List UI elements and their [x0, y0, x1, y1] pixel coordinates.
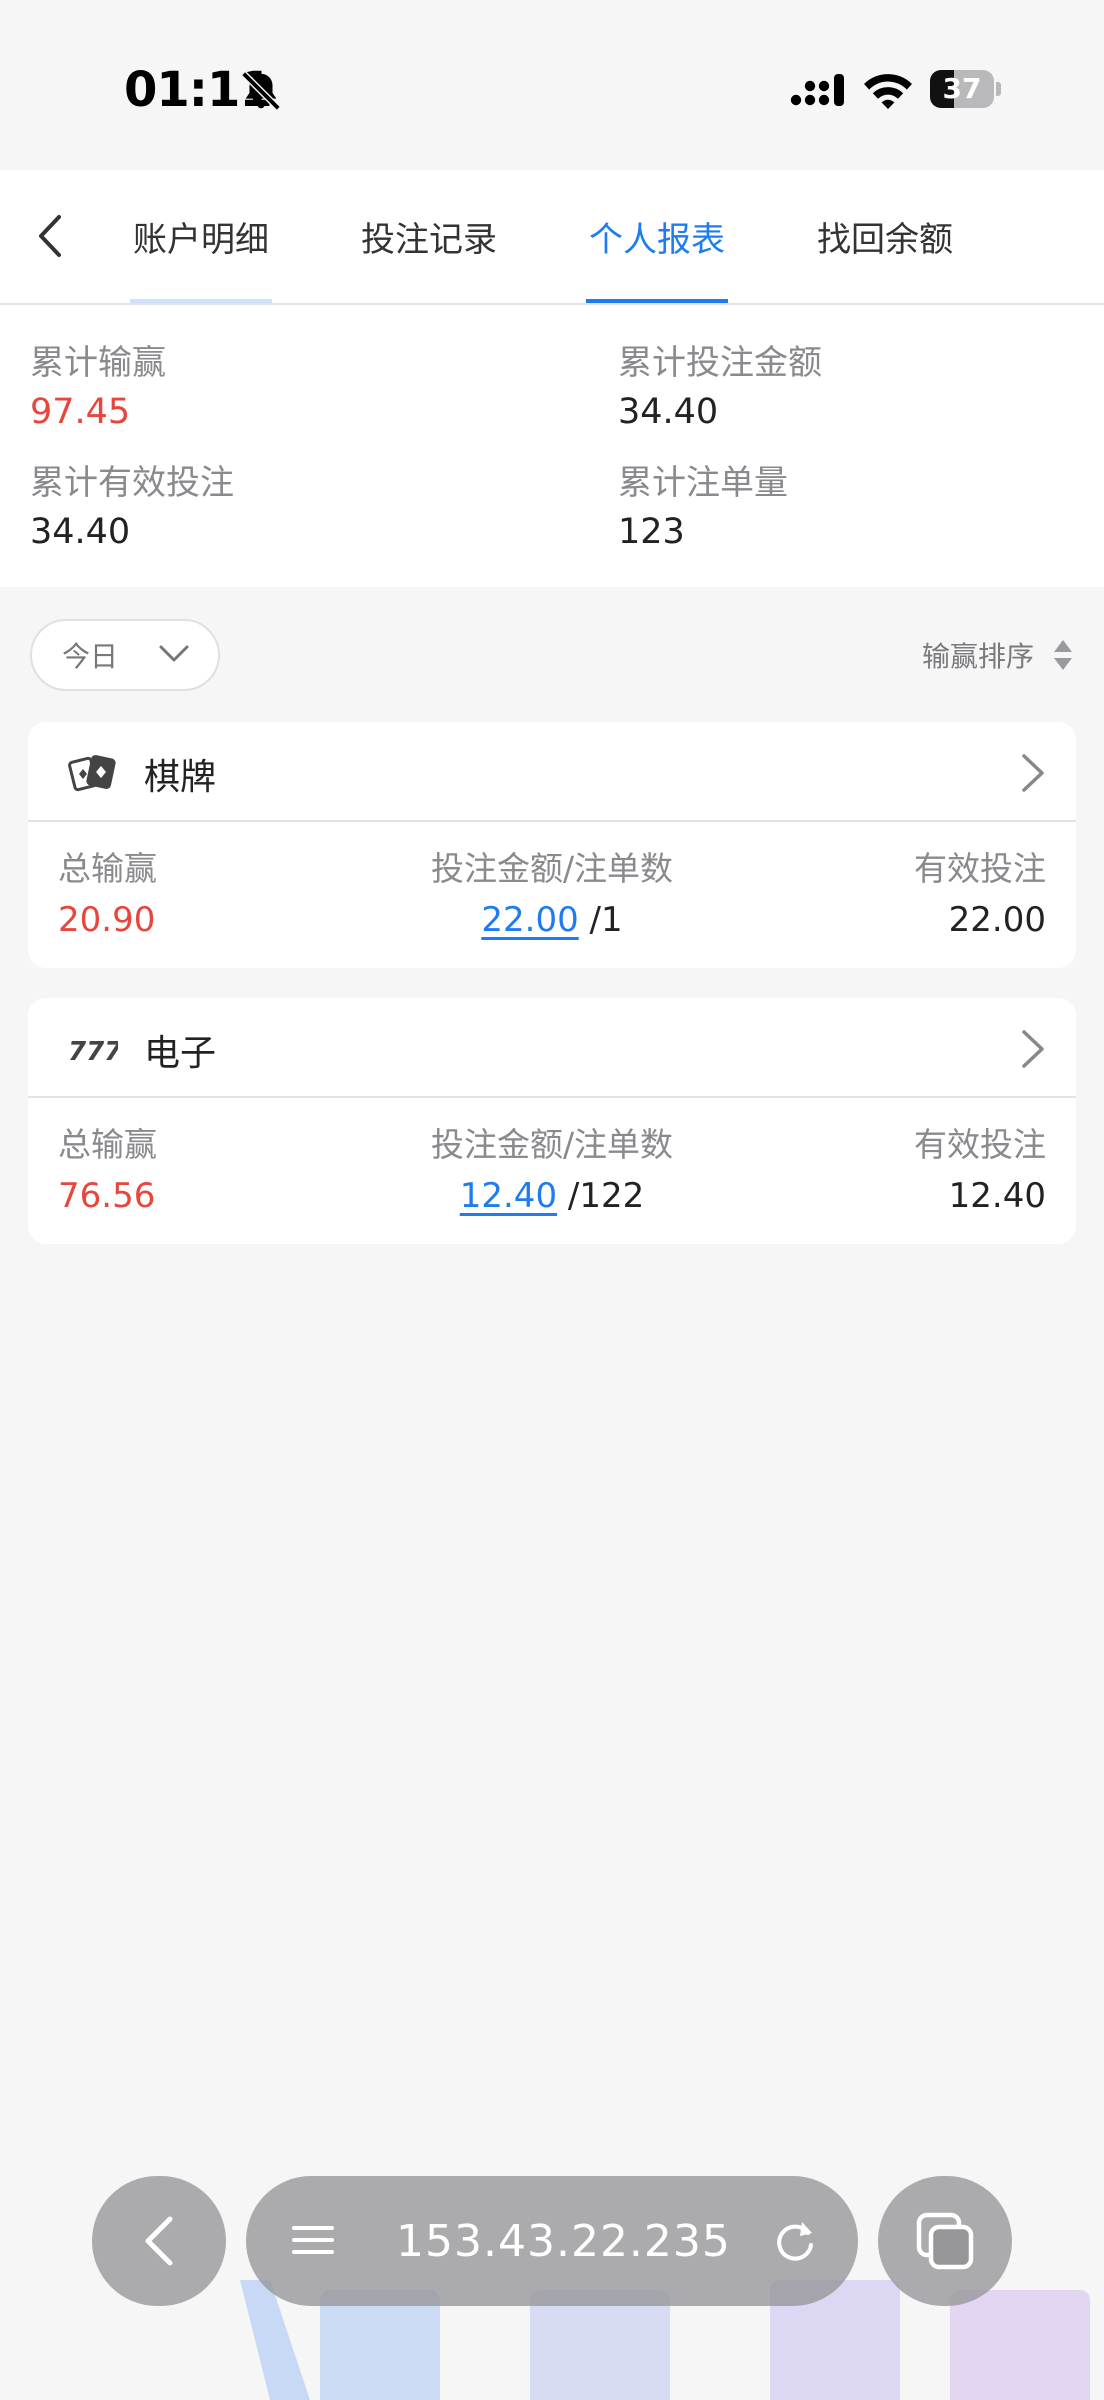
url-text: 153.43.22.235: [396, 2216, 731, 2267]
date-filter-dropdown[interactable]: 今日: [30, 619, 220, 691]
summary-panel: 累计输赢 97.45 累计投注金额 34.40 累计有效投注 34.40 累计注…: [0, 305, 1104, 587]
card-title: 电子: [144, 1033, 217, 1074]
tab-label: 账户明细: [133, 220, 269, 260]
slot-777-icon: 777: [68, 1037, 118, 1067]
category-card-chess-cards[interactable]: 棋牌 总输赢 20.90 投注金额/注单数 22.00 /1 有效投注 22.0…: [28, 722, 1076, 968]
summary-label: 累计注单量: [618, 463, 788, 503]
tab-account-details[interactable]: 账户明细: [130, 170, 272, 303]
chevron-down-icon: [159, 645, 189, 662]
chevron-left-icon: [145, 2216, 173, 2266]
summary-value: 97.45: [30, 392, 131, 432]
category-card-slots[interactable]: 777 电子 总输赢 76.56 投注金额/注单数 12.40 /122 有效投…: [28, 998, 1076, 1244]
tab-personal-report[interactable]: 个人报表: [586, 170, 728, 303]
battery-level: 37: [942, 72, 982, 105]
wifi-icon: [864, 74, 912, 109]
tab-label: 个人报表: [589, 220, 725, 260]
cellular-signal-icon: [790, 74, 844, 106]
sort-arrows-icon: [1054, 640, 1072, 670]
bet-count: /122: [567, 1176, 645, 1216]
bet-amount-link[interactable]: 12.40: [460, 1176, 557, 1216]
tab-label: 找回余额: [817, 220, 953, 260]
card-header[interactable]: 777 电子: [28, 998, 1076, 1098]
bet-amount-link[interactable]: 22.00: [481, 900, 578, 940]
tabs-icon: [916, 2212, 974, 2270]
card-valid-bet: 有效投注 12.40: [914, 1118, 1046, 1216]
card-value: 22.00: [948, 900, 1046, 940]
battery-icon: 37: [930, 70, 1002, 110]
reload-icon[interactable]: [772, 2216, 818, 2266]
menu-icon[interactable]: [290, 2220, 336, 2260]
card-label: 有效投注: [914, 849, 1046, 888]
bet-count: /1: [589, 900, 623, 940]
back-button[interactable]: [22, 204, 78, 268]
summary-label: 累计有效投注: [30, 463, 234, 503]
summary-value: 123: [618, 512, 685, 552]
summary-total-win-loss: 累计输赢 97.45: [30, 335, 166, 432]
summary-total-orders: 累计注单量 123: [618, 455, 788, 552]
playing-cards-icon: [68, 755, 116, 792]
chevron-right-icon: [1022, 754, 1044, 792]
summary-label: 累计输赢: [30, 343, 166, 383]
summary-total-valid-bet: 累计有效投注 34.40: [30, 455, 234, 552]
tab-bar: 账户明细 投注记录 个人报表 找回余额: [0, 170, 1104, 305]
tab-bet-records[interactable]: 投注记录: [358, 170, 500, 303]
tab-label: 投注记录: [361, 220, 497, 260]
card-header[interactable]: 棋牌: [28, 722, 1076, 822]
date-filter-value: 今日: [62, 640, 119, 673]
chevron-right-icon: [1022, 1030, 1044, 1068]
tab-recover-balance[interactable]: 找回余额: [814, 170, 956, 303]
sort-label: 输赢排序: [921, 640, 1034, 673]
status-bar: 01:11 37: [0, 0, 1104, 170]
summary-value: 34.40: [30, 512, 131, 552]
browser-tabs-button[interactable]: [878, 2176, 1012, 2306]
summary-value: 34.40: [618, 392, 719, 432]
card-value: 12.40: [948, 1176, 1046, 1216]
bell-muted-icon: [241, 71, 281, 111]
card-title: 棋牌: [144, 757, 217, 798]
summary-label: 累计投注金额: [618, 343, 822, 383]
browser-back-button[interactable]: [92, 2176, 226, 2306]
chevron-left-icon: [39, 215, 61, 257]
svg-text:777: 777: [68, 1037, 118, 1067]
summary-total-bet-amount: 累计投注金额 34.40: [618, 335, 822, 432]
card-label: 有效投注: [914, 1125, 1046, 1164]
browser-address-bar[interactable]: 153.43.22.235: [246, 2176, 858, 2306]
sort-by-win-loss[interactable]: 输赢排序: [922, 630, 1074, 680]
card-valid-bet: 有效投注 22.00: [914, 842, 1046, 940]
